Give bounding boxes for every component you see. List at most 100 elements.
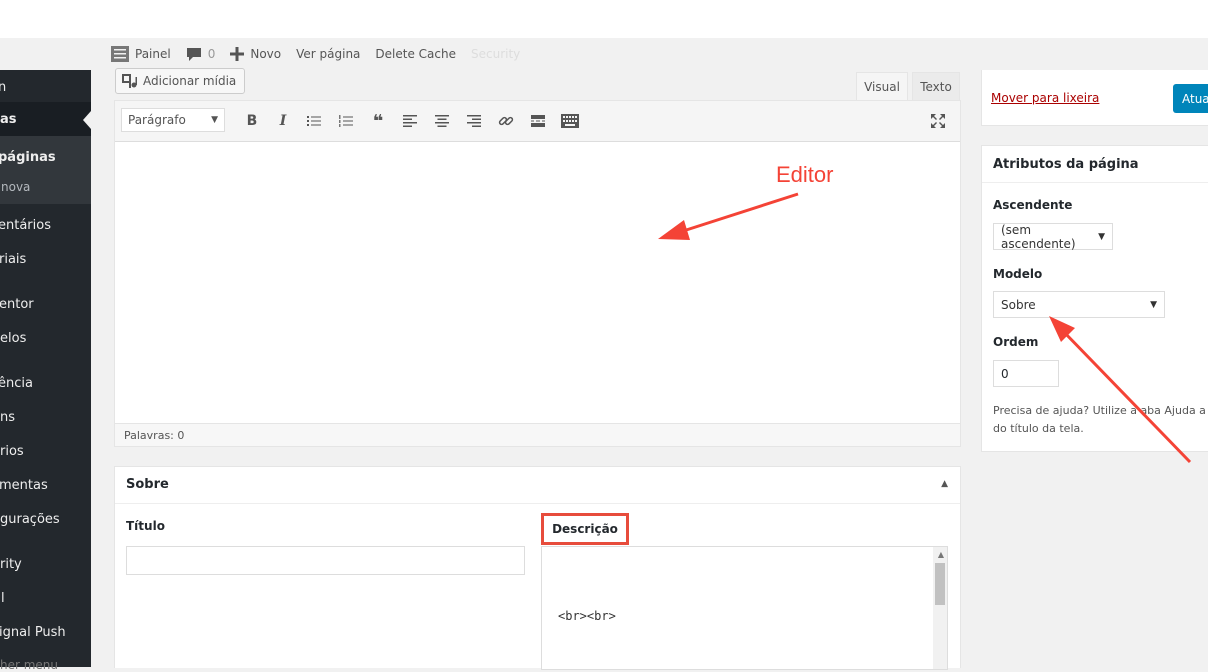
page-attributes-header[interactable]: Atributos da página (982, 146, 1208, 183)
chevron-down-icon: ▼ (1098, 231, 1105, 242)
editor-toolbar: Parágrafo ▼ B I ❝ (115, 101, 960, 142)
italic-button[interactable]: I (273, 111, 293, 131)
sobre-metabox-title: Sobre (126, 477, 169, 492)
sidebar-item-tutoriais[interactable]: riais (0, 252, 26, 267)
sobre-metabox-header[interactable]: Sobre ▲ (115, 467, 960, 504)
chevron-down-icon: ▼ (1150, 299, 1157, 310)
sidebar-item-onesignal[interactable]: ignal Push (0, 625, 66, 640)
novo-label: Novo (250, 47, 282, 61)
link-button[interactable] (496, 111, 516, 131)
comments-count: 0 (207, 47, 216, 61)
ordem-label: Ordem (993, 335, 1039, 349)
format-select-value: Parágrafo (128, 113, 186, 127)
sidebar-item-aparencia[interactable]: ência (0, 376, 33, 391)
descricao-label: Descrição (541, 513, 629, 545)
fullscreen-button[interactable] (928, 111, 948, 131)
novo-link[interactable]: Novo (230, 47, 281, 61)
publish-box: Mover para lixeira Atualizar (981, 70, 1208, 126)
comment-icon (186, 48, 201, 61)
comments-link[interactable]: 0 (186, 46, 216, 62)
word-count: Palavras: 0 (115, 423, 960, 446)
collapse-arrow-icon[interactable]: ▲ (941, 479, 948, 489)
sidebar-current-arrow (83, 111, 91, 129)
painel-link[interactable]: Painel (111, 46, 171, 62)
ordem-value: 0 (1001, 366, 1009, 381)
word-count-label: Palavras: 0 (124, 428, 185, 442)
plus-icon (230, 47, 245, 61)
align-center-button[interactable] (432, 111, 452, 131)
security-link[interactable]: Security (471, 47, 520, 61)
ver-pagina-link[interactable]: Ver página (296, 47, 360, 61)
sidebar-item-configuracoes[interactable]: gurações (0, 512, 60, 527)
sidebar-item-modelos[interactable]: elos (0, 331, 26, 346)
read-more-button[interactable] (528, 111, 548, 131)
sidebar-item-0[interactable]: n (0, 80, 6, 95)
bold-button[interactable]: B (242, 111, 262, 131)
numbered-list-icon (339, 115, 353, 127)
top-blank-area (0, 0, 1208, 38)
update-button[interactable]: Atualizar (1173, 84, 1208, 113)
tab-visual[interactable]: Visual (856, 72, 908, 101)
tab-text[interactable]: Texto (912, 72, 960, 101)
numbered-list-button[interactable] (336, 111, 356, 131)
toolbar-toggle-button[interactable] (560, 111, 580, 131)
security-label: Security (470, 47, 521, 61)
scroll-up-icon[interactable]: ▲ (938, 550, 944, 559)
sidebar-item-plugins[interactable]: ns (0, 410, 15, 425)
read-more-icon (531, 115, 545, 127)
help-text-line2: do título da tela. (993, 422, 1084, 435)
scrollbar-thumb[interactable] (935, 563, 945, 605)
ascendente-label: Ascendente (993, 198, 1073, 212)
ascendente-select[interactable]: (sem ascendente) ▼ (993, 223, 1113, 251)
align-left-icon (403, 115, 417, 127)
content-editor[interactable]: Parágrafo ▼ B I ❝ Palavras: 0 (114, 100, 961, 447)
sidebar-subitem-adicionar-nova[interactable]: nova (1, 180, 30, 194)
modelo-select[interactable]: Sobre ▼ (993, 291, 1165, 318)
align-left-button[interactable] (400, 111, 420, 131)
admin-bar: Painel 0 Novo Ver página Delete Cache Se… (91, 38, 1208, 70)
sidebar-item-l[interactable]: l (1, 591, 5, 606)
align-right-icon (467, 115, 481, 127)
delete-cache-label: Delete Cache (375, 47, 456, 61)
ver-pagina-label: Ver página (296, 47, 361, 61)
help-text-line1: Precisa de ajuda? Utilize a aba Ajuda a (993, 404, 1206, 417)
descricao-content: <br><br> (558, 609, 616, 623)
editor-annotation-label: Editor (776, 162, 834, 187)
media-icon (122, 74, 137, 88)
fullscreen-icon (931, 114, 945, 128)
bullet-list-button[interactable] (304, 111, 324, 131)
chevron-down-icon: ▼ (211, 115, 218, 125)
update-button-label: Atualizar (1182, 91, 1208, 106)
bullet-list-icon (307, 116, 321, 126)
add-media-label: Adicionar mídia (143, 74, 237, 88)
add-media-button[interactable]: Adicionar mídia (115, 68, 246, 94)
descricao-label-text: Descrição (552, 522, 618, 536)
titulo-label: Título (126, 519, 165, 533)
sidebar-item-collapse-menu[interactable]: her menu (0, 658, 58, 672)
sidebar-item-comentarios[interactable]: entários (0, 218, 51, 233)
blockquote-button[interactable]: ❝ (368, 111, 388, 132)
delete-cache-link[interactable]: Delete Cache (375, 47, 456, 61)
painel-label: Painel (135, 47, 171, 61)
format-select[interactable]: Parágrafo ▼ (121, 108, 225, 132)
sidebar-item-paginas[interactable]: as (0, 112, 17, 127)
link-icon (498, 116, 514, 126)
titulo-input[interactable] (126, 546, 525, 575)
sidebar-subitem-todas-paginas[interactable]: páginas (0, 150, 56, 165)
move-to-trash-link[interactable]: Mover para lixeira (991, 91, 1099, 105)
ordem-input[interactable]: 0 (993, 360, 1059, 387)
modelo-label: Modelo (993, 267, 1043, 281)
descricao-textarea[interactable]: <br><br> ▲ (541, 546, 948, 670)
descricao-scrollbar[interactable]: ▲ (933, 547, 947, 669)
keyboard-icon (561, 114, 579, 128)
sidebar-item-elementor[interactable]: entor (0, 297, 34, 312)
sidebar-item-ferramentas[interactable]: mentas (0, 478, 48, 493)
page-attributes-box: Atributos da página Ascendente (sem asce… (981, 145, 1208, 452)
sobre-metabox: Sobre ▲ Título Descrição <br><br> ▲ (114, 466, 961, 670)
modelo-value: Sobre (1001, 297, 1036, 312)
sidebar-item-security[interactable]: rity (0, 557, 22, 572)
align-center-icon (435, 115, 449, 127)
align-right-button[interactable] (464, 111, 484, 131)
sidebar-item-usuarios[interactable]: rios (0, 444, 24, 459)
admin-sidebar: n as páginas nova entários riais entor e… (0, 70, 91, 672)
